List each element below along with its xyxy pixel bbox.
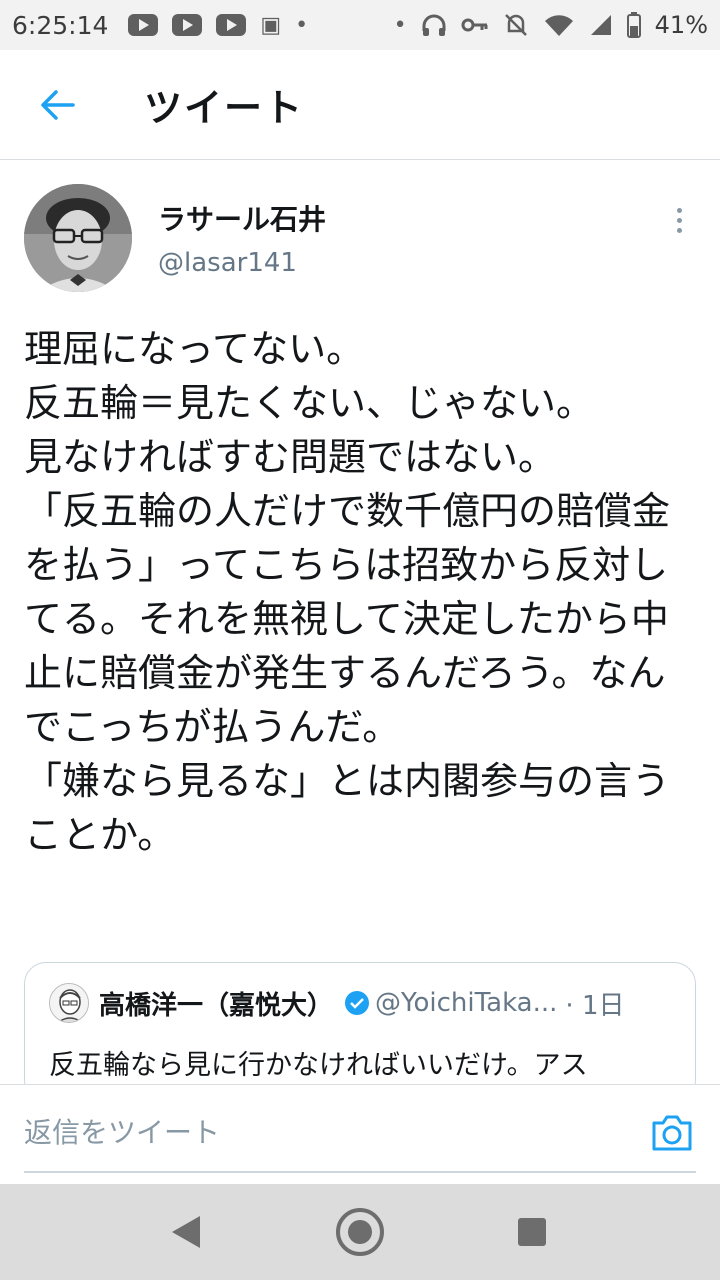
cube-icon: ▣ xyxy=(260,12,282,38)
more-dot-icon xyxy=(676,227,682,233)
quoted-author-handle: @YoichiTaka... xyxy=(375,988,558,1018)
dot-icon: • xyxy=(393,12,407,38)
page-title: ツイート xyxy=(144,86,305,130)
author-handle[interactable]: @lasar141 xyxy=(158,248,297,278)
author-row: ラサール石井 @lasar141 xyxy=(0,160,720,310)
status-time: 6:25:14 xyxy=(12,10,109,40)
quoted-tweet-header: 高橋洋一（嘉悦大） @YoichiTaka... · 1日 xyxy=(49,983,679,1023)
camera-button[interactable] xyxy=(650,1113,694,1157)
more-options-button[interactable] xyxy=(664,200,694,240)
system-nav-bar xyxy=(0,1184,720,1280)
nav-recents-icon[interactable] xyxy=(518,1218,546,1246)
quoted-tweet-time: · 1日 xyxy=(565,990,625,1021)
author-name[interactable]: ラサール石井 xyxy=(158,198,326,238)
quoted-tweet-text: 反五輪なら見に行かなければいいだけ。アス xyxy=(49,1050,588,1081)
nav-home-icon[interactable] xyxy=(336,1208,384,1256)
verified-badge-icon xyxy=(345,991,370,1015)
youtube-icon xyxy=(128,14,159,36)
reply-input[interactable]: 返信をツイート xyxy=(24,1103,696,1173)
system-icons: • 41% xyxy=(394,0,708,50)
tweet-text: 理屈になってない。 反五輪＝見たくない、じゃない。 見なければすむ問題ではない。… xyxy=(24,327,671,857)
bell-off-icon xyxy=(504,14,527,36)
notification-icons: ▣ • xyxy=(128,13,308,38)
status-bar: 6:25:14 ▣ • • 41% xyxy=(0,0,720,50)
battery-percent: 41% xyxy=(654,11,708,39)
quoted-avatar xyxy=(49,983,89,1023)
signal-icon xyxy=(590,15,611,35)
wifi-icon xyxy=(544,15,573,36)
more-dot-icon xyxy=(676,217,682,223)
quoted-tweet[interactable]: 高橋洋一（嘉悦大） @YoichiTaka... · 1日 反五輪なら見に行かな… xyxy=(24,962,696,1102)
battery-icon xyxy=(626,12,641,38)
nav-back-icon[interactable] xyxy=(170,1214,202,1250)
key-icon xyxy=(461,18,488,32)
more-dot-icon xyxy=(676,207,682,213)
app-header: ツイート xyxy=(0,50,720,160)
camera-icon xyxy=(652,1115,692,1151)
tweet: ラサール石井 @lasar141 理屈になってない。 反五輪＝見たくない、じゃな… xyxy=(0,160,720,1102)
avatar-image xyxy=(24,184,132,292)
reply-bar: 返信をツイート xyxy=(0,1084,720,1184)
back-button[interactable] xyxy=(22,70,92,140)
avatar[interactable] xyxy=(24,184,132,292)
back-arrow-icon xyxy=(41,89,75,120)
quoted-author-name: 高橋洋一（嘉悦大） xyxy=(99,990,334,1021)
quoted-avatar-image xyxy=(50,984,88,1022)
headphones-icon xyxy=(422,14,446,36)
dot-icon: • xyxy=(295,12,309,38)
youtube-icon xyxy=(172,14,203,36)
youtube-icon xyxy=(216,14,247,36)
